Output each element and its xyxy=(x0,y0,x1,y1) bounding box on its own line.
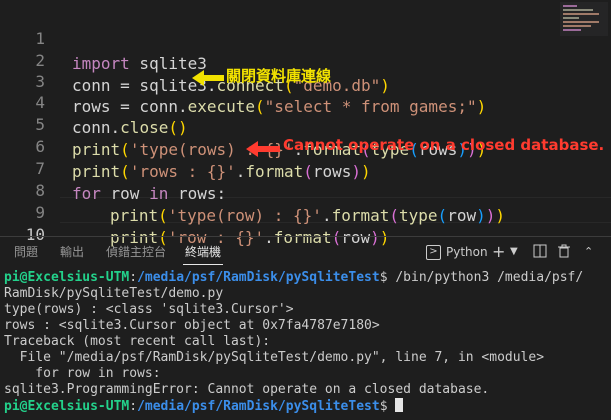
close-annotation: 關閉資料庫連線 xyxy=(226,67,332,85)
terminal-line: Traceback (most recent call last): xyxy=(4,334,271,349)
code-line-10[interactable]: 10 xyxy=(0,197,611,244)
maximize-icon[interactable]: ⌃ xyxy=(584,237,593,267)
terminal-line: type(rows) : <class 'sqlite3.Cursor'> xyxy=(4,302,294,317)
terminal-line: pi@Excelsius-UTM:/media/psf/RamDisk/pySq… xyxy=(4,270,584,285)
chevron-down-icon[interactable]: ▼ xyxy=(510,237,518,267)
trash-icon[interactable] xyxy=(557,237,571,267)
add-icon[interactable]: + xyxy=(492,237,505,267)
terminal-icon: > xyxy=(426,244,441,260)
terminal-prompt-line[interactable]: pi@Excelsius-UTM:/media/psf/RamDisk/pySq… xyxy=(4,398,404,414)
tab-problems[interactable]: 問題 xyxy=(14,237,38,267)
split-icon[interactable] xyxy=(533,237,547,267)
yellow-arrow-icon xyxy=(192,70,224,86)
terminal-selector[interactable]: > Python xyxy=(426,237,488,267)
tab-output[interactable]: 輸出 xyxy=(60,237,84,267)
tab-debug-console[interactable]: 偵錯主控台 xyxy=(106,237,166,267)
terminal-line: File "/media/psf/RamDisk/pySqliteTest/de… xyxy=(4,350,545,365)
tab-terminal[interactable]: 終端機 xyxy=(182,237,224,267)
terminal-line: for row in rows: xyxy=(4,366,161,381)
terminal-selector-label: Python xyxy=(446,245,488,259)
terminal[interactable]: pi@Excelsius-UTM:/media/psf/RamDisk/pySq… xyxy=(0,268,611,420)
error-annotation: Cannot operate on a closed database. xyxy=(283,136,605,154)
terminal-cursor xyxy=(395,398,404,412)
panel-tab-bar: 問題 輸出 偵錯主控台 終端機 > Python + ▼ ⌃ xyxy=(0,237,611,267)
terminal-line: rows : <sqlite3.Cursor object at 0x7fa47… xyxy=(4,318,380,333)
red-arrow-icon xyxy=(246,141,280,157)
code-editor[interactable]: 1 import sqlite3 2 conn = sqlite3.connec… xyxy=(0,0,611,247)
terminal-line: sqlite3.ProgrammingError: Cannot operate… xyxy=(4,382,490,397)
terminal-line: RamDisk/pySqliteTest/demo.py xyxy=(4,286,224,301)
